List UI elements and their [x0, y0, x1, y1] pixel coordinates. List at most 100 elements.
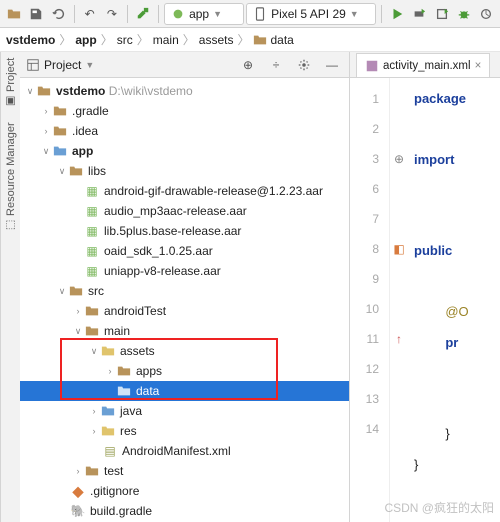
gear-icon[interactable]: [293, 54, 315, 76]
line-gutter: 1 2 3 6 7 8 9 10 11 12 13 14: [350, 78, 390, 522]
tree-manifest[interactable]: ▤ AndroidManifest.xml: [20, 441, 349, 461]
arrow-down-icon[interactable]: ∨: [88, 346, 100, 357]
archive-icon: ▦: [84, 203, 100, 219]
arrow-right-icon[interactable]: ›: [40, 126, 52, 136]
undo-icon[interactable]: ↶: [80, 3, 100, 25]
crumb-root[interactable]: vstdemo: [6, 33, 55, 47]
module-icon: [52, 143, 68, 159]
tree-libs[interactable]: ∨ libs: [20, 161, 349, 181]
android-icon: [171, 7, 185, 21]
editor-area: activity_main.xml × 1 2 3 6 7 8 9 10 11 …: [350, 52, 500, 522]
tree-gitignore[interactable]: ◆ .gitignore: [20, 481, 349, 501]
device-combo[interactable]: Pixel 5 API 29 ▼: [246, 3, 376, 25]
tab-project[interactable]: ▣ Project: [4, 58, 17, 108]
collapse-icon[interactable]: ÷: [265, 54, 287, 76]
crumb-assets[interactable]: assets: [199, 33, 234, 47]
manifest-icon: ▤: [102, 443, 118, 459]
folder-icon: [84, 463, 100, 479]
tree-label: app: [72, 144, 93, 158]
git-icon: ◆: [70, 483, 86, 499]
device-label: Pixel 5 API 29: [271, 7, 346, 21]
tree-label: oaid_sdk_1.0.25.aar: [104, 244, 213, 258]
res-folder-icon: [100, 423, 116, 439]
arrow-right-icon[interactable]: ›: [88, 426, 100, 436]
tree-java[interactable]: › java: [20, 401, 349, 421]
open-icon[interactable]: [4, 3, 24, 25]
tree-label: .gitignore: [90, 484, 139, 498]
arrow-right-icon[interactable]: ›: [72, 306, 84, 316]
tree-label: build.gradle: [90, 504, 152, 518]
editor-tab-activity-main[interactable]: activity_main.xml ×: [356, 53, 490, 77]
archive-icon: ▦: [84, 223, 100, 239]
arrow-right-icon[interactable]: ›: [40, 106, 52, 116]
tree-res[interactable]: › res: [20, 421, 349, 441]
arrow-down-icon[interactable]: ∨: [72, 326, 84, 337]
tree-main[interactable]: ∨ main: [20, 321, 349, 341]
arrow-down-icon[interactable]: ∨: [24, 86, 36, 97]
hide-icon[interactable]: —: [321, 54, 343, 76]
tree-src[interactable]: ∨ src: [20, 281, 349, 301]
arrow-right-icon[interactable]: ›: [88, 406, 100, 416]
chevron-down-icon: ▼: [350, 9, 359, 19]
tree-label: apps: [136, 364, 162, 378]
arrow-down-icon[interactable]: ∨: [56, 286, 68, 297]
tree-label: res: [120, 424, 137, 438]
arrow-down-icon[interactable]: ∨: [40, 146, 52, 157]
crumb-src[interactable]: src: [117, 33, 133, 47]
tree-assets[interactable]: ∨ assets: [20, 341, 349, 361]
main-area: ⬚ Resource Manager ▣ Project Project ▼ ⊕…: [0, 52, 500, 522]
tree-lib-item[interactable]: ▦android-gif-drawable-release@1.2.23.aar: [20, 181, 349, 201]
chevron-down-icon[interactable]: ▼: [85, 60, 94, 70]
hammer-icon[interactable]: [133, 3, 153, 25]
debug-icon[interactable]: [454, 3, 474, 25]
tree-androidtest[interactable]: › androidTest: [20, 301, 349, 321]
code-content[interactable]: package import public @O pr } }: [408, 78, 500, 522]
apply-changes-icon[interactable]: [409, 3, 429, 25]
reload-icon[interactable]: [48, 3, 68, 25]
tree-test[interactable]: › test: [20, 461, 349, 481]
tree-label: androidTest: [104, 304, 166, 318]
chevron-down-icon: ▼: [213, 9, 222, 19]
tree-label: libs: [88, 164, 106, 178]
tree-build-gradle[interactable]: 🐘 build.gradle: [20, 501, 349, 521]
tree-lib-item[interactable]: ▦uniapp-v8-release.aar: [20, 261, 349, 281]
tree-data-selected[interactable]: › data: [20, 381, 349, 401]
project-tree[interactable]: ∨ vstdemo D:\wiki\vstdemo › .gradle › .i…: [20, 78, 349, 522]
arrow-right-icon[interactable]: ›: [72, 466, 84, 476]
save-all-icon[interactable]: [26, 3, 46, 25]
project-panel: Project ▼ ⊕ ÷ — ∨ vstdemo D:\wiki\vstdem…: [20, 52, 350, 522]
tree-app[interactable]: ∨ app: [20, 141, 349, 161]
tree-lib-item[interactable]: ▦oaid_sdk_1.0.25.aar: [20, 241, 349, 261]
source-folder-icon: [100, 403, 116, 419]
arrow-down-icon[interactable]: ∨: [56, 166, 68, 177]
tree-label: AndroidManifest.xml: [122, 444, 231, 458]
tab-resource-manager[interactable]: ⬚ Resource Manager: [4, 122, 17, 232]
run-config-combo[interactable]: app ▼: [164, 3, 244, 25]
crumb-main[interactable]: main: [153, 33, 179, 47]
crumb-app[interactable]: app: [75, 33, 96, 47]
arrow-right-icon[interactable]: ›: [104, 366, 116, 376]
crumb-data[interactable]: data: [253, 33, 293, 47]
tree-label: .gradle: [72, 104, 109, 118]
redo-icon[interactable]: ↷: [102, 3, 122, 25]
profiler-icon[interactable]: [476, 3, 496, 25]
editor-body[interactable]: 1 2 3 6 7 8 9 10 11 12 13 14 ⊕ ◧: [350, 78, 500, 522]
module-icon: [36, 83, 52, 99]
tree-lib-item[interactable]: ▦ lib.5plus.base-release.aar: [20, 221, 349, 241]
folder-icon: [68, 283, 84, 299]
tree-lib-item[interactable]: ▦audio_mp3aac-release.aar: [20, 201, 349, 221]
chevron-right-icon: 〉: [137, 31, 149, 48]
tree-apps[interactable]: › apps: [20, 361, 349, 381]
run-config-label: app: [189, 7, 209, 21]
chevron-right-icon: 〉: [237, 31, 249, 48]
apply-code-icon[interactable]: [431, 3, 451, 25]
target-icon[interactable]: ⊕: [237, 54, 259, 76]
tree-gradle[interactable]: › .gradle: [20, 101, 349, 121]
tree-root[interactable]: ∨ vstdemo D:\wiki\vstdemo: [20, 81, 349, 101]
panel-title[interactable]: Project: [44, 58, 81, 72]
close-icon[interactable]: ×: [475, 60, 482, 72]
tree-label: lib.5plus.base-release.aar: [104, 224, 241, 238]
run-icon[interactable]: [387, 3, 407, 25]
folder-icon: [84, 323, 100, 339]
tree-idea[interactable]: › .idea: [20, 121, 349, 141]
